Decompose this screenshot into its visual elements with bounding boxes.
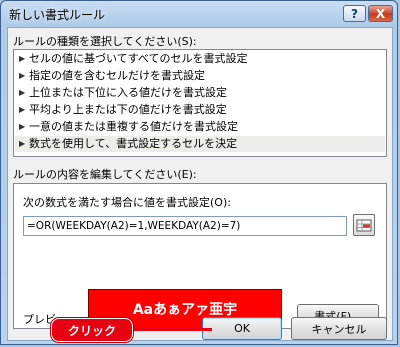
preview-sample-text: Aaあぁアァ亜宇 bbox=[132, 302, 238, 318]
list-item-selected[interactable]: ▶ 数式を使用して、書式設定するセルを決定 bbox=[15, 136, 385, 152]
rule-description-panel: 次の数式を満たす場合に値を書式設定(O): =OR(WEEKDAY(A2)=1,… bbox=[13, 183, 387, 329]
list-item[interactable]: ▶ 上位または下位に入る値だけを書式設定 bbox=[15, 85, 385, 101]
list-item[interactable]: ▶ 平均より上または下の値だけを書式設定 bbox=[15, 102, 385, 118]
callout-pointer-line bbox=[132, 328, 212, 331]
triangle-bullet-icon: ▶ bbox=[19, 88, 26, 97]
close-button[interactable]: X bbox=[368, 5, 393, 22]
list-item-label: 一意の値または重複する値だけを書式設定 bbox=[29, 120, 238, 133]
click-callout-label: クリック bbox=[67, 323, 116, 338]
list-item[interactable]: ▶ セルの値に基づいてすべてのセルを書式設定 bbox=[15, 51, 385, 67]
rule-description-label: ルールの内容を編集してください(E): bbox=[13, 168, 197, 181]
rule-type-list[interactable]: ▶ セルの値に基づいてすべてのセルを書式設定 ▶ 指定の値を含むセルだけを書式設… bbox=[13, 49, 387, 157]
ok-button[interactable]: OK bbox=[202, 317, 282, 340]
list-item-label: 上位または下位に入る値だけを書式設定 bbox=[29, 86, 227, 99]
range-select-icon bbox=[356, 219, 372, 232]
close-icon: X bbox=[375, 6, 386, 21]
list-item-label: 数式を使用して、書式設定するセルを決定 bbox=[29, 137, 238, 150]
title-bar[interactable]: 新しい書式ルール ? X bbox=[1, 1, 397, 27]
dialog-body: ルールの種類を選択してください(S): ▶ セルの値に基づいてすべてのセルを書式… bbox=[7, 27, 393, 341]
triangle-bullet-icon: ▶ bbox=[19, 71, 26, 80]
list-item-label: 指定の値を含むセルだけを書式設定 bbox=[29, 69, 205, 82]
help-button[interactable]: ? bbox=[343, 5, 366, 22]
cancel-button[interactable]: キャンセル bbox=[291, 317, 387, 340]
formula-label: 次の数式を満たす場合に値を書式設定(O): bbox=[23, 196, 231, 209]
click-callout: クリック bbox=[51, 318, 133, 342]
list-item[interactable]: ▶ 指定の値を含むセルだけを書式設定 bbox=[15, 68, 385, 84]
cancel-button-label: キャンセル bbox=[311, 322, 367, 336]
list-item-label: セルの値に基づいてすべてのセルを書式設定 bbox=[29, 52, 248, 65]
window-title: 新しい書式ルール bbox=[9, 8, 106, 22]
triangle-bullet-icon: ▶ bbox=[19, 139, 26, 148]
dialog-window: 新しい書式ルール ? X ルールの種類を選択してください(S): ▶ セルの値に… bbox=[0, 0, 398, 345]
ok-button-label: OK bbox=[234, 322, 250, 335]
list-item[interactable]: ▶ 一意の値または重複する値だけを書式設定 bbox=[15, 119, 385, 135]
range-select-button[interactable] bbox=[353, 214, 375, 236]
list-item-label: 平均より上または下の値だけを書式設定 bbox=[29, 103, 227, 116]
help-icon: ? bbox=[351, 6, 358, 21]
triangle-bullet-icon: ▶ bbox=[19, 122, 26, 131]
triangle-bullet-icon: ▶ bbox=[19, 105, 26, 114]
rule-type-label: ルールの種類を選択してください(S): bbox=[13, 35, 197, 48]
triangle-bullet-icon: ▶ bbox=[19, 54, 26, 63]
formula-input[interactable]: =OR(WEEKDAY(A2)=1,WEEKDAY(A2)=7) bbox=[23, 216, 347, 236]
